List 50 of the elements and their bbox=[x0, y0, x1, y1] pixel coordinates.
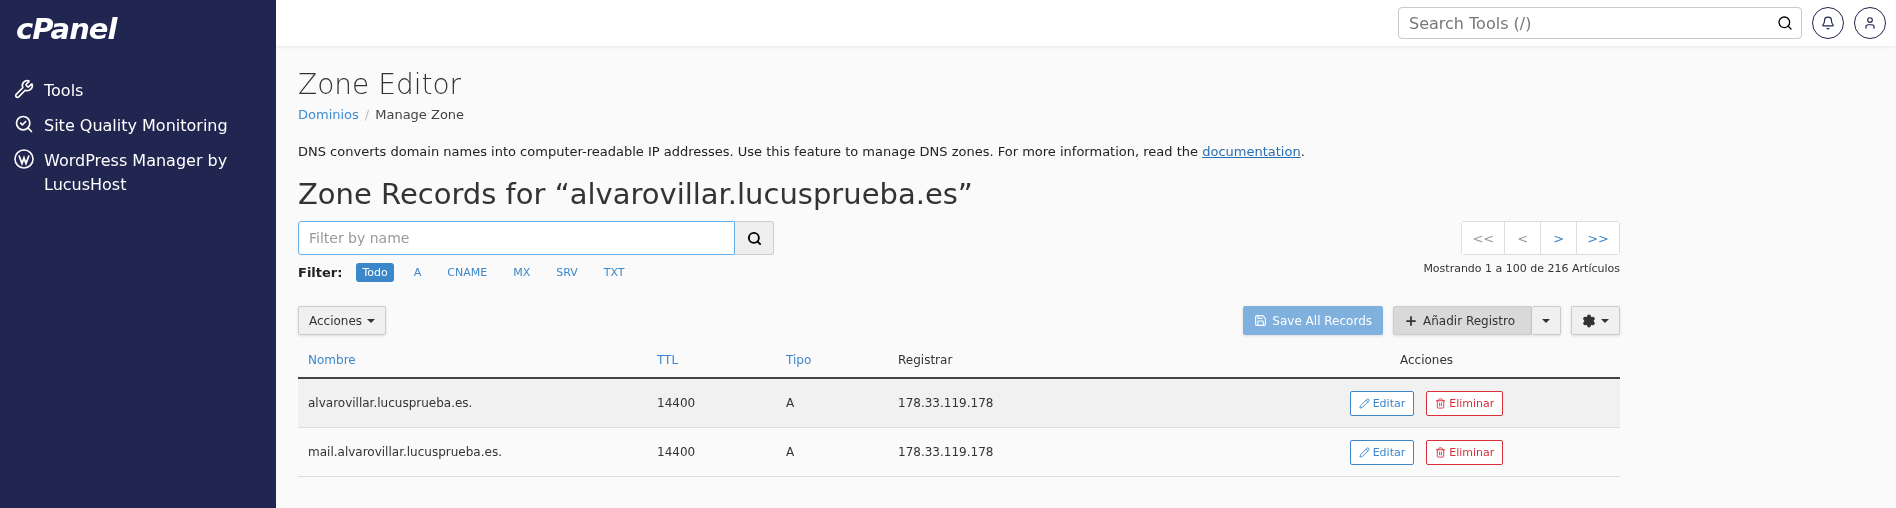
pagination-summary: Mostrando 1 a 100 de 216 Artículos bbox=[1423, 262, 1620, 275]
breadcrumb-separator: / bbox=[364, 107, 370, 122]
filter-tab[interactable]: SRV bbox=[550, 263, 584, 282]
edit-button[interactable]: Editar bbox=[1349, 390, 1415, 416]
search-tools-field[interactable]: Search Tools (/) bbox=[1398, 7, 1802, 39]
documentation-link[interactable]: documentation bbox=[1202, 144, 1301, 159]
pencil-icon bbox=[1358, 446, 1370, 458]
search-icon bbox=[1777, 15, 1793, 31]
table-cell: 178.33.119.178 bbox=[888, 379, 1233, 428]
cpanel-logo[interactable]: cPanel bbox=[16, 12, 117, 46]
description-text: DNS converts domain names into computer-readable IP addresses. Use this feature to manage DNS zones. For more information, read the documentation. bbox=[298, 144, 1306, 159]
actions-dropdown[interactable]: Acciones bbox=[298, 306, 387, 335]
table-cell: A bbox=[776, 379, 888, 428]
bell-icon bbox=[1821, 16, 1835, 30]
delete-button[interactable]: Eliminar bbox=[1426, 390, 1504, 416]
gear-icon bbox=[1582, 313, 1596, 328]
floppy-icon bbox=[1254, 314, 1268, 327]
tools-icon bbox=[14, 79, 34, 99]
edit-button[interactable]: Editar bbox=[1349, 439, 1415, 465]
plus-icon bbox=[1404, 313, 1419, 328]
add-record-button[interactable]: Añadir Registro bbox=[1393, 306, 1532, 335]
trash-icon bbox=[1435, 446, 1447, 458]
magnifier-check-icon bbox=[14, 114, 34, 134]
filter-tab[interactable]: A bbox=[407, 263, 428, 282]
section-heading: Zone Records for “alvarovillar.lucusprueba.es” bbox=[298, 177, 974, 211]
pagination-button[interactable]: >> bbox=[1576, 222, 1619, 254]
page-title: Zone Editor bbox=[298, 68, 463, 101]
sidebar-link[interactable]: Site Quality Monitoring bbox=[44, 114, 254, 138]
breadcrumb-link[interactable]: Dominios bbox=[298, 107, 359, 122]
save-all-button[interactable]: Save All Records bbox=[1243, 306, 1384, 335]
filter-tab[interactable]: Todo bbox=[356, 263, 394, 282]
trash-icon bbox=[1435, 397, 1447, 409]
search-icon bbox=[746, 230, 762, 246]
user-icon bbox=[1863, 16, 1877, 30]
search-button[interactable] bbox=[735, 221, 774, 255]
settings-dropdown[interactable] bbox=[1571, 306, 1620, 335]
table-cell: 14400 bbox=[647, 379, 776, 428]
filter-tab[interactable]: CNAME bbox=[441, 263, 494, 282]
breadcrumb-current: Manage Zone bbox=[375, 107, 465, 122]
table-cell: alvarovillar.lucusprueba.es. bbox=[298, 379, 647, 428]
filter-field[interactable]: Filter by name bbox=[298, 221, 735, 255]
delete-button[interactable]: Eliminar bbox=[1426, 439, 1504, 465]
pencil-icon bbox=[1358, 397, 1370, 409]
wordpress-icon bbox=[14, 149, 34, 169]
sidebar-link[interactable]: Tools bbox=[44, 79, 254, 103]
filter-tab[interactable]: TXT bbox=[597, 263, 631, 282]
filter-label: Filter: bbox=[298, 265, 343, 280]
dropdown-toggle[interactable] bbox=[1532, 306, 1561, 335]
filter-tab[interactable]: MX bbox=[507, 263, 537, 282]
sidebar-link[interactable]: WordPress Manager by LucusHost bbox=[44, 149, 254, 197]
